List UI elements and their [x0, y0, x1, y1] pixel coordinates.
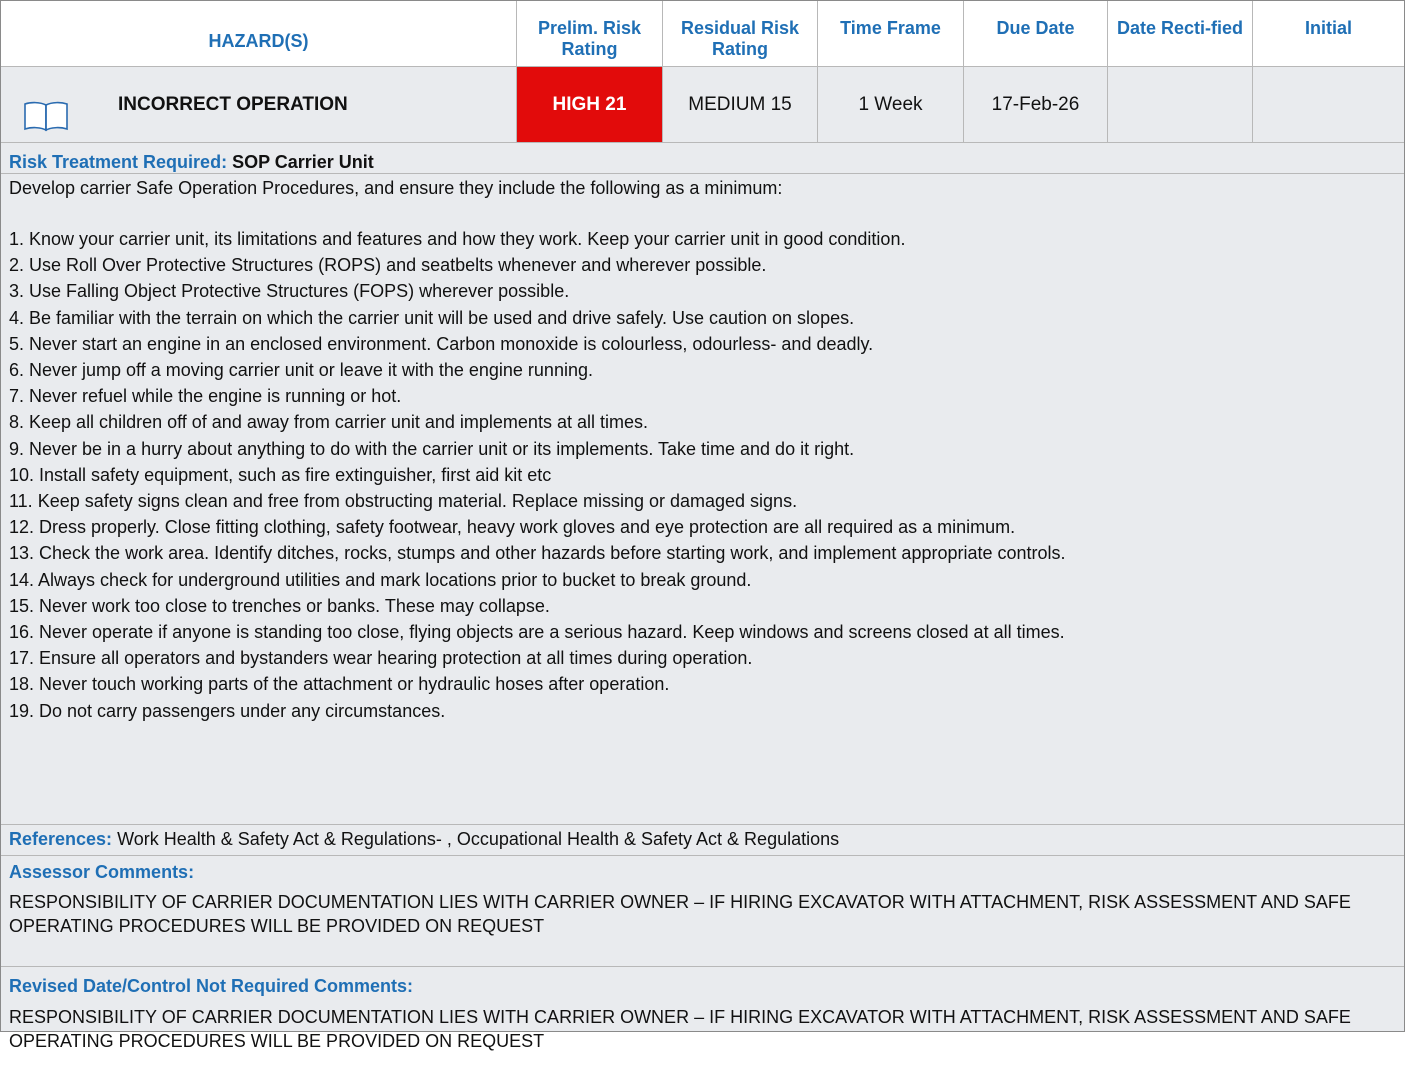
- header-date-rectified: Date Recti-fied: [1108, 1, 1253, 66]
- hazard-cell: INCORRECT OPERATION: [1, 67, 517, 142]
- prelim-risk-badge: HIGH 21: [517, 67, 663, 142]
- list-item: 9. Never be in a hurry about anything to…: [9, 438, 855, 459]
- assessor-comments-value: RESPONSIBILITY OF CARRIER DOCUMENTATION …: [9, 892, 1351, 936]
- assessor-comments-section: Assessor Comments: RESPONSIBILITY OF CAR…: [1, 856, 1404, 967]
- list-item: 17. Ensure all operators and bystanders …: [9, 648, 753, 669]
- list-item: 11. Keep safety signs clean and free fro…: [9, 491, 798, 512]
- header-due-date: Due Date: [964, 1, 1108, 66]
- revised-comments-value: RESPONSIBILITY OF CARRIER DOCUMENTATION …: [9, 1007, 1351, 1051]
- list-item: 8. Keep all children off of and away fro…: [9, 412, 648, 433]
- hazard-row: INCORRECT OPERATION HIGH 21 MEDIUM 15 1 …: [1, 67, 1404, 143]
- due-date-value: 17-Feb-26: [964, 67, 1108, 142]
- risk-treatment-body: Develop carrier Safe Operation Procedure…: [1, 174, 1404, 825]
- risk-assessment-sheet: HAZARD(S) Prelim. Risk Rating Residual R…: [0, 0, 1405, 1051]
- list-item: 15. Never work too close to trenches or …: [9, 595, 550, 616]
- list-item: 12. Dress properly. Close fitting clothi…: [9, 517, 1016, 538]
- risk-treatment-heading: Risk Treatment Required: SOP Carrier Uni…: [1, 143, 1404, 174]
- assessor-comments-label: Assessor Comments:: [9, 862, 195, 882]
- revised-comments-label: Revised Date/Control Not Required Commen…: [9, 976, 414, 996]
- list-item: 4. Be familiar with the terrain on which…: [9, 307, 855, 328]
- time-frame-value: 1 Week: [818, 67, 964, 142]
- risk-treatment-value: SOP Carrier Unit: [232, 152, 374, 172]
- list-item: 18. Never touch working parts of the att…: [9, 674, 670, 695]
- hazard-name: INCORRECT OPERATION: [118, 94, 348, 115]
- references-value: Work Health & Safety Act & Regulations- …: [117, 829, 840, 849]
- date-rectified-value: [1108, 67, 1253, 142]
- list-item: 1. Know your carrier unit, its limitatio…: [9, 229, 906, 249]
- table-header: HAZARD(S) Prelim. Risk Rating Residual R…: [1, 1, 1404, 67]
- initial-value: [1253, 67, 1404, 142]
- list-item: 14. Always check for underground utiliti…: [9, 569, 752, 590]
- references-label: References:: [9, 829, 113, 849]
- risk-treatment-intro: Develop carrier Safe Operation Procedure…: [9, 178, 783, 198]
- references-section: References: Work Health & Safety Act & R…: [1, 825, 1404, 856]
- header-prelim-risk-rating: Prelim. Risk Rating: [517, 1, 663, 66]
- book-icon[interactable]: [23, 89, 69, 164]
- header-time-frame: Time Frame: [818, 1, 964, 66]
- list-item: 13. Check the work area. Identify ditche…: [9, 543, 1066, 564]
- list-item: 7. Never refuel while the engine is runn…: [9, 386, 402, 407]
- list-item: 10. Install safety equipment, such as fi…: [9, 464, 552, 485]
- header-hazard: HAZARD(S): [1, 1, 517, 66]
- list-item: 3. Use Falling Object Protective Structu…: [9, 281, 570, 302]
- header-residual-risk-rating: Residual Risk Rating: [663, 1, 818, 66]
- list-item: 5. Never start an engine in an enclosed …: [9, 333, 874, 354]
- header-initial: Initial: [1304, 18, 1352, 38]
- list-item: 16. Never operate if anyone is standing …: [9, 622, 1065, 643]
- residual-risk-value: MEDIUM 15: [663, 67, 818, 142]
- treatment-list: 1. Know your carrier unit, its limitatio…: [9, 226, 1404, 724]
- list-item: 2. Use Roll Over Protective Structures (…: [9, 255, 767, 276]
- list-item: 6. Never jump off a moving carrier unit …: [9, 360, 593, 381]
- list-item: 19. Do not carry passengers under any ci…: [9, 700, 446, 721]
- revised-comments-section: Revised Date/Control Not Required Commen…: [1, 967, 1404, 1067]
